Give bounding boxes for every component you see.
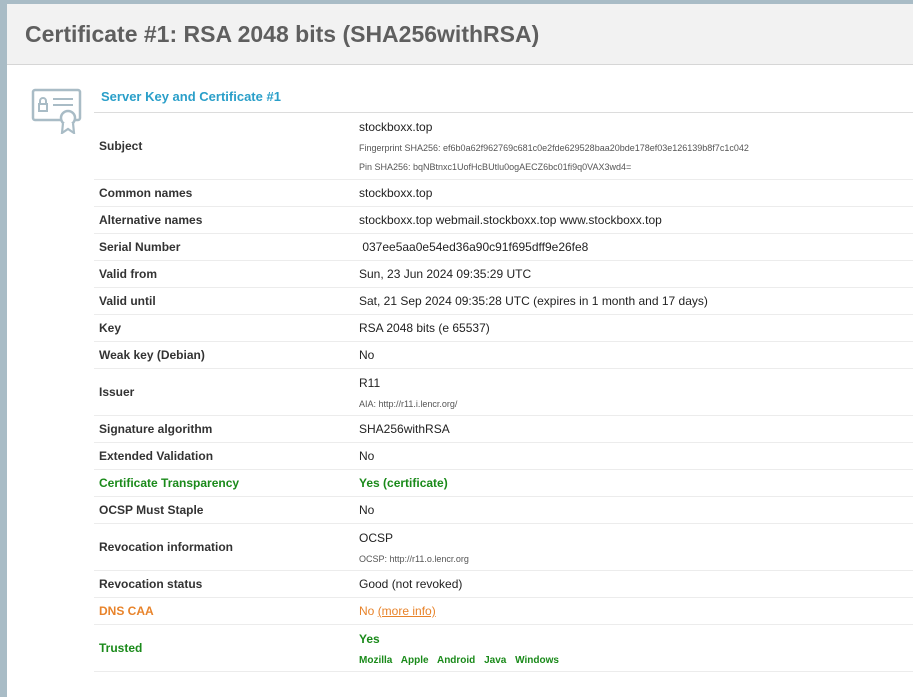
certificate-table: Subject stockboxx.top Fingerprint SHA256… — [94, 113, 913, 672]
table-row-revocation-status: Revocation status Good (not revoked) — [94, 571, 913, 598]
subject-pin: Pin SHA256: bqNBtnxc1UofHcBUtlu0ogAECZ6b… — [359, 162, 632, 172]
issuer-name: R11 — [359, 376, 381, 390]
section-title: Server Key and Certificate #1 — [101, 89, 281, 104]
page-title: Certificate #1: RSA 2048 bits (SHA256wit… — [25, 21, 540, 47]
table-row-extended-validation: Extended Validation No — [94, 443, 913, 470]
table-row-revocation-information: Revocation information OCSP OCSP: http:/… — [94, 524, 913, 571]
page-header: Certificate #1: RSA 2048 bits (SHA256wit… — [7, 4, 913, 65]
row-label: OCSP Must Staple — [99, 503, 204, 517]
subject-value: stockboxx.top Fingerprint SHA256: ef6b0a… — [359, 120, 749, 172]
certificate-transparency-value: Yes (certificate) — [359, 476, 448, 490]
row-label: Revocation information — [99, 540, 234, 554]
subject-fingerprint: Fingerprint SHA256: ef6b0a62f962769c681c… — [359, 143, 749, 153]
table-row-issuer: Issuer R11 AIA: http://r11.i.lencr.org/ — [94, 369, 913, 416]
table-row-valid-until: Valid until Sat, 21 Sep 2024 09:35:28 UT… — [94, 288, 913, 315]
client-windows: Windows — [515, 655, 559, 666]
row-label: Key — [99, 321, 122, 335]
more-info-link[interactable]: (more info) — [378, 604, 436, 618]
table-row-valid-from: Valid from Sun, 23 Jun 2024 09:35:29 UTC — [94, 261, 913, 288]
common-names-value: stockboxx.top — [359, 186, 433, 200]
row-label: Alternative names — [99, 213, 203, 227]
signature-algorithm-value: SHA256withRSA — [359, 422, 450, 436]
client-apple: Apple — [400, 655, 429, 666]
row-label: Revocation status — [99, 577, 203, 591]
table-row-subject: Subject stockboxx.top Fingerprint SHA256… — [94, 113, 913, 180]
row-label: Extended Validation — [99, 449, 214, 463]
table-row-certificate-transparency: Certificate Transparency Yes (certificat… — [94, 470, 913, 497]
dns-caa-status: No — [359, 604, 375, 618]
alternative-names-value: stockboxx.top webmail.stockboxx.top www.… — [359, 213, 662, 227]
row-label: Certificate Transparency — [99, 476, 240, 490]
row-label: Serial Number — [99, 240, 181, 254]
table-row-signature-algorithm: Signature algorithm SHA256withRSA — [94, 416, 913, 443]
table-row-dns-caa: DNS CAA No (more info) — [94, 598, 913, 625]
valid-from-value: Sun, 23 Jun 2024 09:35:29 UTC — [359, 267, 532, 281]
row-label: Trusted — [99, 641, 143, 655]
table-row-trusted: Trusted Yes Mozilla Apple Android Java W… — [94, 625, 913, 672]
row-label: Subject — [99, 139, 143, 153]
table-row-serial-number: Serial Number 037ee5aa0e54ed36a90c91f695… — [94, 234, 913, 261]
ocsp-url-link[interactable]: OCSP: http://r11.o.lencr.org — [359, 554, 469, 564]
row-label: Signature algorithm — [99, 422, 213, 436]
client-java: Java — [484, 655, 507, 666]
weak-key-value: No — [359, 348, 375, 362]
trusted-value: Yes Mozilla Apple Android Java Windows — [359, 632, 565, 666]
table-row-ocsp-must-staple: OCSP Must Staple No — [94, 497, 913, 524]
revocation-method: OCSP — [359, 531, 394, 545]
row-label: Issuer — [99, 385, 135, 399]
revocation-status-value: Good (not revoked) — [359, 577, 463, 591]
issuer-value: R11 AIA: http://r11.i.lencr.org/ — [359, 376, 457, 409]
key-value: RSA 2048 bits (e 65537) — [359, 321, 490, 335]
client-mozilla: Mozilla — [359, 655, 393, 666]
row-label: Valid from — [99, 267, 158, 281]
table-row-weak-key: Weak key (Debian) No — [94, 342, 913, 369]
serial-number-value: 037ee5aa0e54ed36a90c91f695dff9e26fe8 — [359, 240, 589, 254]
subject-name: stockboxx.top — [359, 120, 433, 134]
table-row-key: Key RSA 2048 bits (e 65537) — [94, 315, 913, 342]
trusted-status: Yes — [359, 632, 380, 646]
client-android: Android — [436, 655, 476, 666]
row-label: Common names — [99, 186, 193, 200]
dns-caa-value: No (more info) — [359, 604, 436, 618]
table-row-common-names: Common names stockboxx.top — [94, 180, 913, 207]
issuer-aia-link[interactable]: AIA: http://r11.i.lencr.org/ — [359, 399, 457, 409]
ocsp-must-staple-value: No — [359, 503, 375, 517]
row-label: Weak key (Debian) — [99, 348, 205, 362]
table-row-alternative-names: Alternative names stockboxx.top webmail.… — [94, 207, 913, 234]
extended-validation-value: No — [359, 449, 375, 463]
valid-until-value: Sat, 21 Sep 2024 09:35:28 UTC (expires i… — [359, 294, 708, 308]
revocation-information-value: OCSP OCSP: http://r11.o.lencr.org — [359, 531, 469, 564]
row-label: Valid until — [99, 294, 156, 308]
trusted-clients: Mozilla Apple Android Java Windows — [359, 655, 565, 666]
certificate-icon — [31, 88, 82, 134]
row-label: DNS CAA — [99, 604, 154, 618]
